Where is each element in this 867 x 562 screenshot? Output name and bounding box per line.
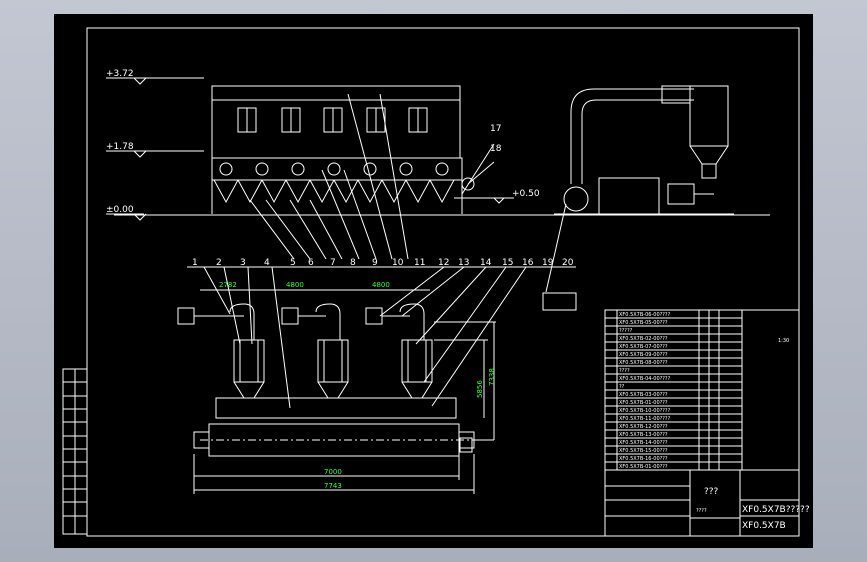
- part-number-18: 18: [490, 144, 502, 154]
- part-number-15: 15: [502, 258, 513, 268]
- left-margin-grid: [63, 369, 87, 534]
- dryer-hood: [211, 85, 461, 159]
- bom-row: XF0.5X7B-16-00???: [619, 456, 668, 462]
- elevation-label-050: +0.50: [512, 189, 540, 199]
- drawing-sheet: +3.72 +1.78 ±0.00 +0.50 17 18 1 2 3 4 5 …: [54, 14, 813, 548]
- part-number-20: 20: [562, 258, 574, 268]
- elevation-label-372: +3.72: [106, 69, 134, 79]
- part-number-9: 9: [372, 258, 378, 268]
- drawing-number-a: XF0.5X7B?????: [742, 505, 810, 515]
- part-number-8: 8: [350, 258, 356, 268]
- elevation-view: +3.72 +1.78 ±0.00 +0.50 17 18: [106, 69, 770, 311]
- bom-row: XF0.5X7B-07-00???: [619, 344, 668, 350]
- elevation-label-000: ±0.00: [106, 205, 134, 215]
- part-number-19: 19: [542, 258, 554, 268]
- part-number-17: 17: [490, 124, 501, 134]
- bom-row: XF0.5X7B-14-00???: [619, 440, 668, 446]
- part-number-10: 10: [392, 258, 404, 268]
- dim-7743: 7743: [324, 482, 342, 490]
- bom-row: ????: [619, 368, 630, 374]
- bom-row: ?????: [619, 328, 633, 334]
- air-hoppers: [211, 179, 463, 214]
- dim-5856: 5856: [476, 380, 484, 398]
- part-number-6: 6: [308, 258, 314, 268]
- bom-row: XF0.5X7B-12-00???: [619, 424, 668, 430]
- control-box: [542, 292, 577, 311]
- bom-row: XF0.5X7B-09-00???: [619, 352, 668, 358]
- fan-unit-2: [281, 303, 349, 399]
- right-dimension-lines: [434, 321, 496, 440]
- drawing-number-b: XF0.5X7B: [742, 521, 786, 531]
- title-label: ????: [696, 508, 707, 514]
- bom-row: XF0.5X7B-06-00????: [619, 312, 671, 318]
- bom-row: XF0.5X7B-08-00???: [619, 360, 668, 366]
- cad-drawing: +3.72 +1.78 ±0.00 +0.50 17 18 1 2 3 4 5 …: [62, 27, 810, 537]
- fluid-bed: [211, 157, 463, 181]
- part-number-4: 4: [264, 258, 270, 268]
- viewer-background: +3.72 +1.78 ±0.00 +0.50 17 18 1 2 3 4 5 …: [0, 0, 867, 562]
- part-number-16: 16: [522, 258, 534, 268]
- fan-unit-3: [365, 303, 433, 399]
- bom-row: XF0.5X7B-01-00???: [619, 464, 668, 470]
- part-number-5: 5: [290, 258, 296, 268]
- part-number-7: 7: [330, 258, 336, 268]
- part-number-13: 13: [458, 258, 469, 268]
- bom-row: XF0.5X7B-15-00???: [619, 448, 668, 454]
- cyclone-and-fan: [554, 85, 734, 215]
- bom-row: XF0.5X7B-03-00???: [619, 392, 668, 398]
- part-number-row: 1 2 3 4 5 6 7 8 9 10 11 12 13 14 15 16 1…: [187, 258, 576, 268]
- part-number-3: 3: [240, 258, 246, 268]
- part-number-11: 11: [414, 258, 425, 268]
- bom-row: XF0.5X7B-13-00???: [619, 432, 668, 438]
- part-number-12: 12: [438, 258, 449, 268]
- title-part-name: ???: [704, 487, 719, 497]
- scale-label: 1:30: [778, 338, 789, 344]
- bom-row: XF0.5X7B-04-00????: [619, 376, 671, 382]
- dim-7000: 7000: [324, 468, 342, 476]
- plan-view: 2782 4800 4800 5856 7338 7000 7743: [177, 266, 527, 494]
- bom-row: ??: [619, 384, 625, 390]
- bom-row: XF0.5X7B-10-00????: [619, 408, 671, 414]
- dim-4800-b: 4800: [372, 281, 390, 289]
- elevation-label-178: +1.78: [106, 142, 134, 152]
- plan-bed-upper: [215, 397, 457, 419]
- bom-row-list: XF0.5X7B-06-00???? XF0.5X7B-05-00????????…: [605, 312, 742, 471]
- bom-row: XF0.5X7B-11-00????: [619, 416, 671, 422]
- hood-windows: [237, 107, 428, 133]
- bom-row: XF0.5X7B-01-00???: [619, 400, 668, 406]
- part-number-14: 14: [480, 258, 492, 268]
- bom-row: XF0.5X7B-02-00???: [619, 336, 668, 342]
- inspection-ports: [219, 162, 449, 176]
- dim-4800-a: 4800: [286, 281, 304, 289]
- part-number-1: 1: [192, 258, 198, 268]
- dim-7338: 7338: [488, 368, 496, 386]
- part-number-2: 2: [216, 258, 222, 268]
- bom-row: XF0.5X7B-05-00???: [619, 320, 668, 326]
